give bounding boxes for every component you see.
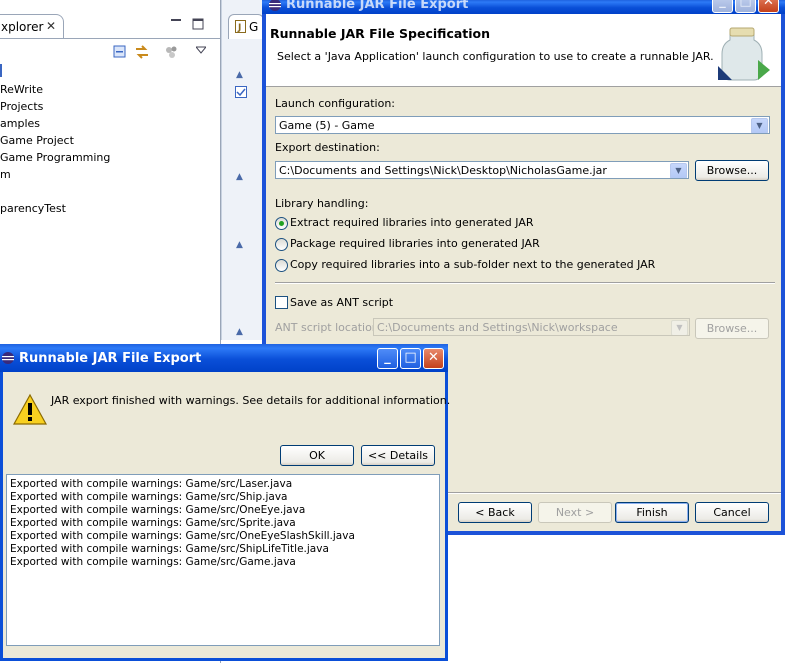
launch-config-select[interactable]: Game (5) - Game ▼ bbox=[275, 116, 770, 134]
tree-item[interactable]: Game Project bbox=[0, 134, 74, 147]
export-destination-value: C:\Documents and Settings\Nick\Desktop\N… bbox=[279, 164, 607, 177]
launch-config-value: Game (5) - Game bbox=[279, 119, 375, 132]
wizard-titlebar[interactable]: Runnable JAR File Export _ □ ✕ bbox=[262, 0, 785, 14]
fold-up-icon[interactable]: ▲ bbox=[236, 240, 243, 250]
chevron-down-icon[interactable]: ▼ bbox=[751, 118, 768, 133]
message-dialog: Runnable JAR File Export _ □ ✕ JAR expor… bbox=[0, 344, 450, 661]
radio-selected-dot bbox=[279, 221, 284, 226]
ant-browse-button: Browse... bbox=[695, 318, 769, 339]
package-explorer-tab[interactable]: xplorer ✕ bbox=[0, 14, 64, 39]
launch-config-label: Launch configuration: bbox=[275, 97, 396, 110]
list-item[interactable]: Exported with compile warnings: Game/src… bbox=[7, 543, 439, 556]
browse-button[interactable]: Browse... bbox=[695, 160, 769, 181]
view-tab-border bbox=[0, 38, 220, 39]
tree-item[interactable]: amples bbox=[0, 117, 40, 130]
view-menu-icon[interactable] bbox=[194, 44, 208, 57]
wizard-header-banner: Runnable JAR File Specification Select a… bbox=[266, 14, 781, 87]
next-button: Next > bbox=[538, 502, 612, 523]
tree-item[interactable]: Projects bbox=[0, 100, 43, 113]
tree-item[interactable]: ReWrite bbox=[0, 83, 43, 96]
chevron-down-icon: ▼ bbox=[671, 320, 688, 335]
ant-location-input: C:\Documents and Settings\Nick\workspace… bbox=[373, 318, 690, 336]
editor-tab[interactable]: J G bbox=[228, 14, 264, 39]
task-marker-icon bbox=[235, 86, 247, 101]
editor-area bbox=[221, 0, 264, 340]
ant-location-label: ANT script location: bbox=[275, 321, 383, 334]
details-list[interactable]: Exported with compile warnings: Game/src… bbox=[6, 474, 440, 646]
list-item[interactable]: Exported with compile warnings: Game/src… bbox=[7, 556, 439, 569]
jar-wizard-icon bbox=[714, 24, 774, 87]
message-title: Runnable JAR File Export bbox=[19, 351, 202, 366]
minimize-view-icon[interactable] bbox=[170, 16, 182, 29]
radio-copy-label[interactable]: Copy required libraries into a sub-folde… bbox=[290, 258, 655, 271]
list-item[interactable]: Exported with compile warnings: Game/src… bbox=[7, 530, 439, 543]
save-ant-label[interactable]: Save as ANT script bbox=[290, 296, 393, 309]
collapse-all-icon[interactable] bbox=[113, 45, 127, 62]
eclipse-icon bbox=[1, 351, 15, 369]
tree-item[interactable]: Game Programming bbox=[0, 151, 110, 164]
maximize-icon[interactable]: □ bbox=[400, 348, 421, 369]
ant-location-value: C:\Documents and Settings\Nick\workspace bbox=[377, 321, 618, 334]
eclipse-icon bbox=[268, 0, 282, 14]
export-destination-label: Export destination: bbox=[275, 141, 380, 154]
svg-text:J: J bbox=[237, 23, 241, 33]
back-button[interactable]: < Back bbox=[458, 502, 532, 523]
message-body: JAR export finished with warnings. See d… bbox=[3, 372, 450, 658]
library-handling-label: Library handling: bbox=[275, 197, 369, 210]
list-item[interactable]: Exported with compile warnings: Game/src… bbox=[7, 517, 439, 530]
list-item[interactable]: Exported with compile warnings: Game/src… bbox=[7, 478, 439, 491]
radio-package-label[interactable]: Package required libraries into generate… bbox=[290, 237, 540, 250]
tree-selection-marker bbox=[0, 64, 2, 77]
java-file-icon: J bbox=[235, 20, 246, 36]
explorer-tab-label: xplorer bbox=[1, 20, 44, 34]
finish-button[interactable]: Finish bbox=[615, 502, 689, 523]
maximize-icon[interactable]: □ bbox=[735, 0, 756, 13]
wizard-page-title: Runnable JAR File Specification bbox=[270, 26, 491, 41]
close-icon[interactable]: ✕ bbox=[423, 348, 444, 369]
editor-tab-label: G bbox=[249, 20, 259, 34]
wizard-page-description: Select a 'Java Application' launch confi… bbox=[277, 50, 714, 63]
fold-up-icon[interactable]: ▲ bbox=[236, 327, 243, 337]
link-with-editor-icon[interactable] bbox=[134, 44, 150, 63]
minimize-icon[interactable]: _ bbox=[712, 0, 733, 13]
list-item[interactable]: Exported with compile warnings: Game/src… bbox=[7, 491, 439, 504]
ok-button[interactable]: OK bbox=[280, 445, 354, 466]
radio-copy-libraries[interactable] bbox=[275, 259, 288, 272]
warning-icon bbox=[12, 393, 48, 430]
fold-up-icon[interactable]: ▲ bbox=[236, 70, 243, 80]
filter-icon[interactable] bbox=[164, 45, 178, 62]
fold-up-icon[interactable]: ▲ bbox=[236, 172, 243, 182]
tree-item[interactable]: m bbox=[0, 168, 11, 181]
list-item[interactable]: Exported with compile warnings: Game/src… bbox=[7, 504, 439, 517]
tree-item[interactable]: parencyTest bbox=[0, 202, 66, 215]
message-text: JAR export finished with warnings. See d… bbox=[51, 394, 451, 407]
chevron-down-icon[interactable]: ▼ bbox=[670, 163, 687, 178]
minimize-icon[interactable]: _ bbox=[377, 348, 398, 369]
maximize-view-icon[interactable] bbox=[192, 18, 204, 33]
save-ant-checkbox[interactable] bbox=[275, 296, 288, 309]
details-button[interactable]: << Details bbox=[361, 445, 435, 466]
close-icon[interactable]: ✕ bbox=[758, 0, 779, 13]
radio-extract-libraries[interactable] bbox=[275, 217, 288, 230]
message-titlebar[interactable]: Runnable JAR File Export _ □ ✕ bbox=[0, 344, 448, 372]
cancel-button[interactable]: Cancel bbox=[695, 502, 769, 523]
export-destination-input[interactable]: C:\Documents and Settings\Nick\Desktop\N… bbox=[275, 161, 689, 179]
radio-extract-label[interactable]: Extract required libraries into generate… bbox=[290, 216, 534, 229]
wizard-title: Runnable JAR File Export bbox=[286, 0, 469, 12]
close-icon[interactable]: ✕ bbox=[46, 19, 56, 33]
radio-package-libraries[interactable] bbox=[275, 238, 288, 251]
separator bbox=[275, 282, 775, 284]
